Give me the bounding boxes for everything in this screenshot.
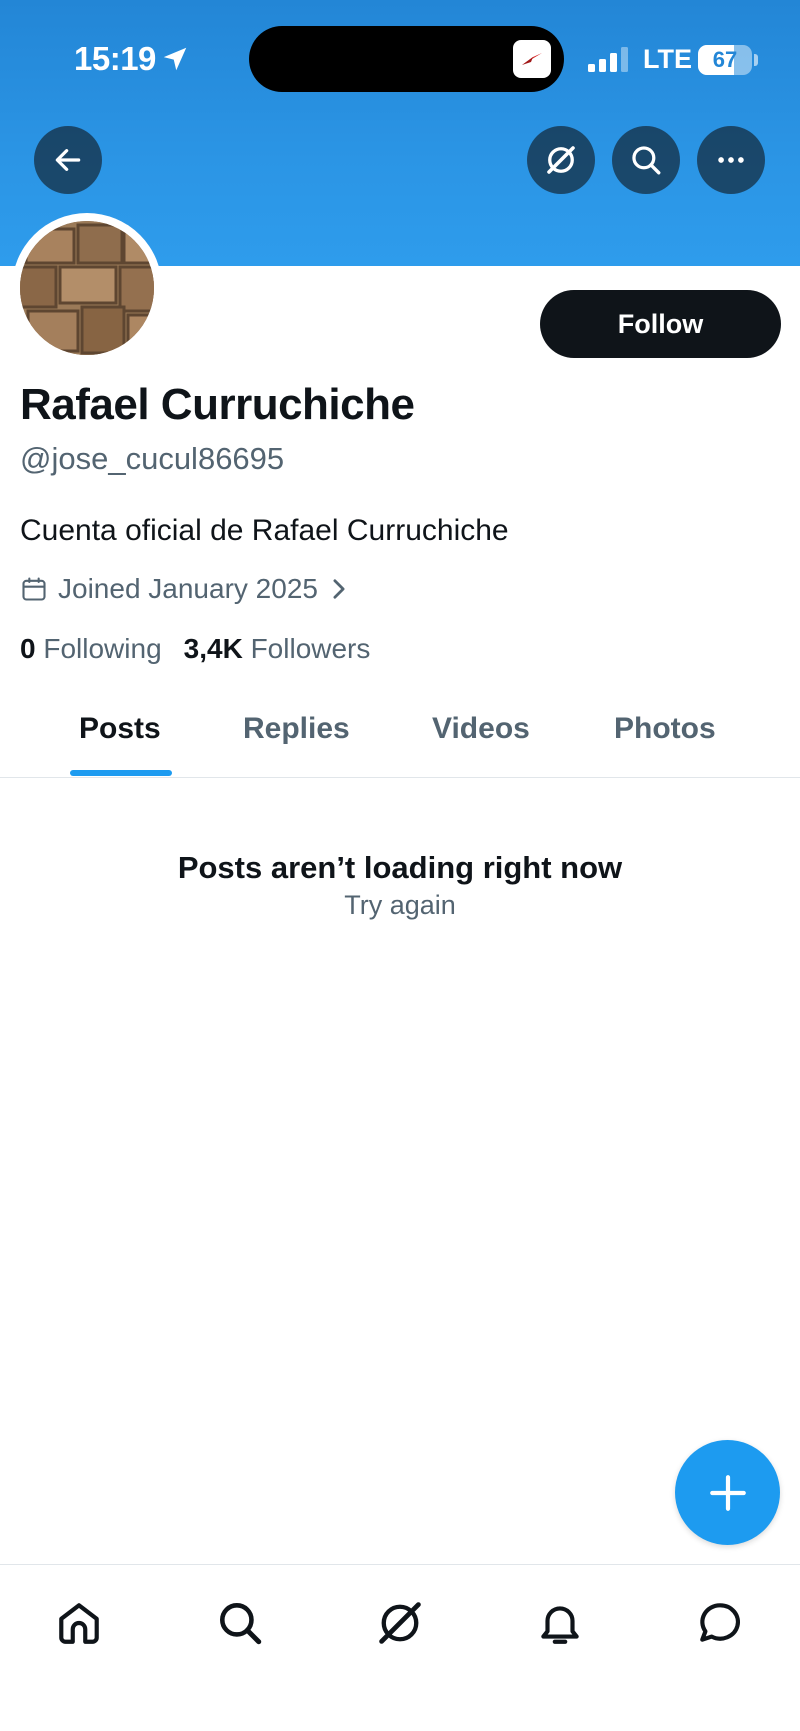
grok-icon	[547, 146, 575, 174]
tab-videos[interactable]: Videos	[432, 712, 530, 746]
profile-handle: @jose_cucul86695	[20, 441, 285, 476]
nav-grok[interactable]	[370, 1593, 430, 1653]
compose-post-button[interactable]	[675, 1440, 780, 1545]
tab-photos[interactable]: Photos	[614, 712, 716, 746]
app-activity-icon	[513, 40, 551, 78]
signal-strength-icon	[588, 47, 628, 72]
profile-tabs: Posts Replies Videos Photos	[0, 700, 800, 778]
followers-label: Followers	[250, 633, 371, 664]
try-again-link[interactable]: Try again	[0, 890, 800, 921]
avatar[interactable]	[20, 221, 154, 355]
back-button[interactable]	[34, 126, 102, 194]
bottom-navigation	[0, 1564, 800, 1731]
battery-indicator: 67	[698, 45, 752, 75]
avatar-image	[20, 221, 154, 355]
followers-count: 3,4K	[183, 633, 243, 664]
battery-percent: 67	[712, 47, 738, 72]
follow-button[interactable]: Follow	[540, 290, 781, 358]
more-horizontal-icon	[718, 157, 744, 163]
tab-replies[interactable]: Replies	[243, 712, 350, 746]
nav-home[interactable]	[49, 1593, 109, 1653]
nav-notifications[interactable]	[530, 1593, 590, 1653]
status-time: 15:19	[74, 40, 156, 77]
notifications-icon	[541, 1606, 579, 1644]
search-icon	[220, 1603, 262, 1645]
home-icon	[59, 1603, 99, 1644]
plus-icon	[709, 1474, 746, 1511]
grok-icon	[379, 1602, 421, 1644]
battery-tip	[754, 54, 758, 66]
profile-bio: Cuenta oficial de Rafael Curruchiche	[20, 514, 509, 547]
followers-link[interactable]: 3,4K Followers	[184, 633, 371, 665]
chevron-right-icon	[333, 579, 345, 599]
following-count: 0	[20, 633, 36, 664]
nav-messages[interactable]	[690, 1593, 750, 1653]
follow-stats: 0 Following 3,4K Followers	[20, 633, 370, 665]
location-arrow-icon	[163, 47, 187, 71]
grok-button[interactable]	[527, 126, 595, 194]
search-icon	[632, 146, 661, 175]
search-button[interactable]	[612, 126, 680, 194]
joined-date[interactable]: Joined January 2025	[20, 572, 358, 606]
profile-name: Rafael Curruchiche	[20, 380, 415, 429]
following-label: Following	[43, 633, 162, 664]
network-type: LTE	[643, 44, 692, 74]
joined-text: Joined January 2025	[58, 573, 318, 604]
nav-search[interactable]	[210, 1593, 270, 1653]
messages-icon	[700, 1603, 741, 1642]
more-button[interactable]	[697, 126, 765, 194]
arrow-left-icon	[55, 149, 81, 171]
tab-posts[interactable]: Posts	[79, 712, 161, 746]
empty-state-title: Posts aren’t loading right now	[177, 850, 623, 885]
active-tab-indicator	[70, 770, 172, 776]
following-link[interactable]: 0 Following	[20, 633, 162, 665]
calendar-icon	[22, 577, 46, 601]
